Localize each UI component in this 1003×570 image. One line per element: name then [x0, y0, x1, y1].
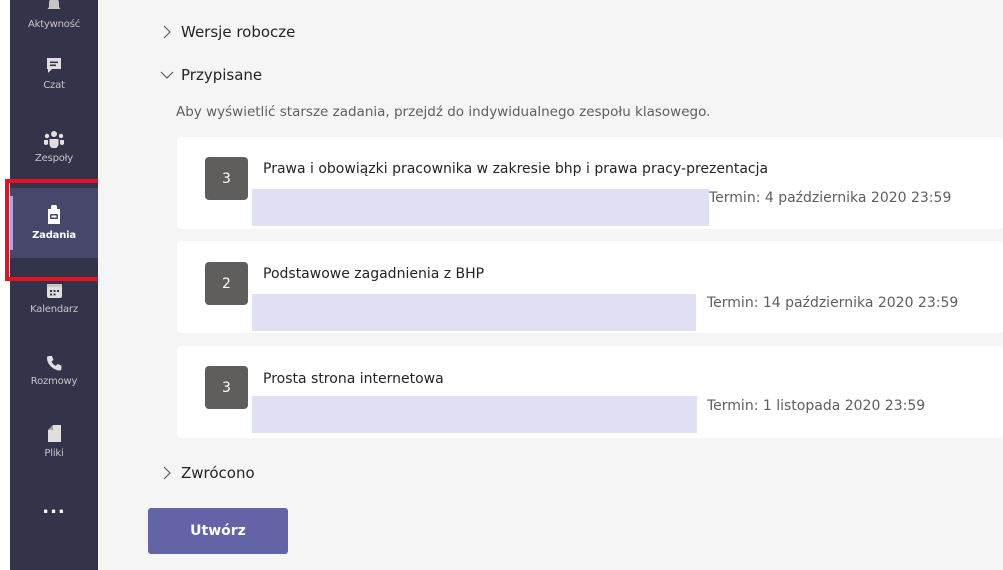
more-icon: ... [42, 497, 66, 518]
bell-icon [47, 0, 61, 9]
count-badge: 2 [205, 262, 248, 305]
chevron-right-icon [163, 466, 171, 480]
count-badge: 3 [205, 366, 248, 409]
rail-label-calls: Rozmowy [30, 376, 78, 387]
due-date: Termin: 1 listopada 2020 23:59 [707, 398, 926, 414]
assignment-title: Prawa i obowiązki pracownika w zakresie … [263, 161, 769, 177]
teams-icon [44, 131, 64, 148]
rail-more-button[interactable]: ... [10, 483, 98, 533]
app-rail: Aktywność Czat Zespoły Zadania Kalendarz… [10, 0, 98, 570]
rail-label-activity: Aktywność [27, 19, 80, 30]
rail-label-teams: Zespoły [34, 153, 74, 164]
rail-item-calls[interactable]: Rozmowy [10, 336, 98, 406]
section-assigned-title: Przypisane [181, 66, 263, 84]
section-returned-title: Zwrócono [181, 464, 255, 482]
rail-item-chat[interactable]: Czat [10, 38, 98, 108]
assignment-card[interactable]: 3 Prawa i obowiązki pracownika w zakresi… [177, 137, 1003, 229]
chat-icon [47, 57, 61, 73]
older-assignments-hint: Aby wyświetlić starsze zadania, przejdź … [176, 104, 711, 120]
section-drafts[interactable]: Wersje robocze [159, 21, 295, 43]
rail-item-files[interactable]: Pliki [10, 406, 98, 476]
count-badge: 3 [205, 157, 248, 200]
rail-label-chat: Czat [43, 79, 65, 91]
chevron-right-icon [163, 25, 171, 39]
assignment-title: Prosta strona internetowa [263, 371, 444, 387]
redacted-class-name [252, 189, 709, 226]
assignments-pane: Wersje robocze Przypisane Aby wyświetlić… [98, 0, 1003, 570]
window-edge [0, 0, 10, 570]
file-icon [47, 424, 61, 442]
assignment-title: Podstawowe zagadnienia z BHP [263, 266, 485, 282]
calendar-icon [46, 283, 62, 298]
highlight-box [5, 179, 109, 281]
create-button[interactable]: Utwórz [148, 508, 288, 554]
section-drafts-title: Wersje robocze [181, 23, 296, 41]
redacted-class-name [252, 294, 696, 331]
assignment-card[interactable]: 3 Prosta strona internetowa Termin: 1 li… [177, 346, 1003, 438]
assignment-card[interactable]: 2 Podstawowe zagadnienia z BHP Termin: 1… [177, 241, 1003, 333]
phone-icon [47, 356, 62, 371]
redacted-class-name [252, 396, 697, 433]
rail-item-teams[interactable]: Zespoły [10, 112, 98, 182]
rail-label-files: Pliki [44, 447, 64, 459]
rail-label-calendar: Kalendarz [30, 303, 78, 315]
section-assigned[interactable]: Przypisane [159, 64, 262, 86]
due-date: Termin: 4 października 2020 23:59 [709, 190, 952, 206]
due-date: Termin: 14 października 2020 23:59 [707, 295, 959, 311]
section-returned[interactable]: Zwrócono [159, 462, 255, 484]
chevron-down-icon [160, 71, 174, 79]
